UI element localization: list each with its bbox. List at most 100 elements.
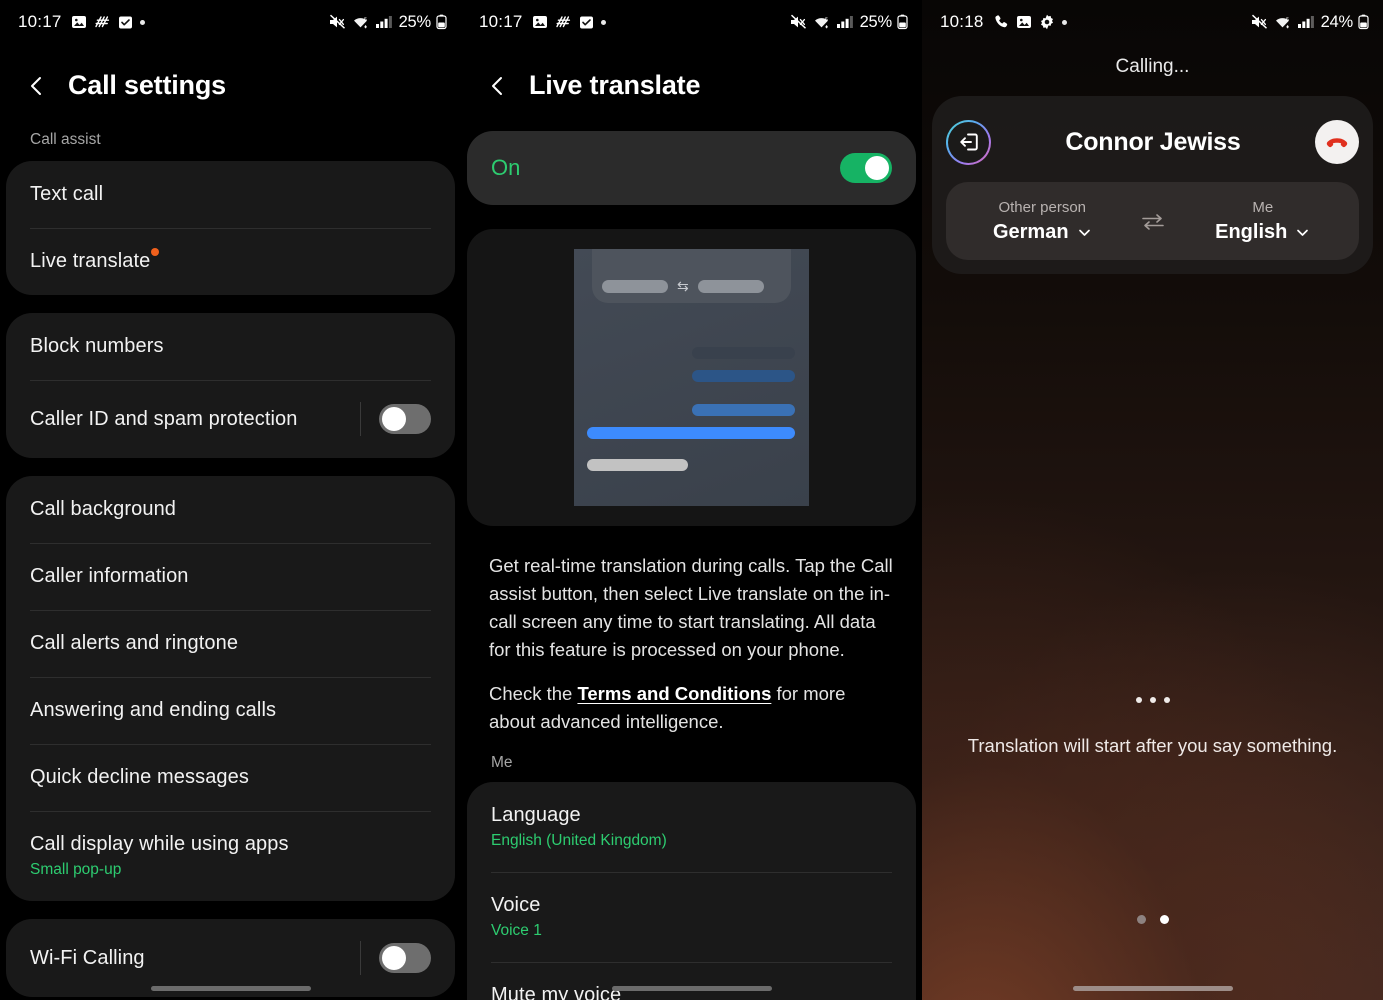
row-label: Text call [30,183,104,205]
gesture-bar[interactable] [1072,986,1233,991]
live-translate-master-row[interactable]: On [467,131,916,205]
call-status-text: Calling... [1115,56,1190,77]
swap-icon: ⇆ [677,278,689,294]
row-label: Quick decline messages [30,766,249,788]
page-header: Call settings [0,44,461,131]
status-right-icons: 6 25% [329,13,447,32]
battery-icon [436,14,447,30]
back-button[interactable] [485,73,511,99]
back-button[interactable] [24,73,50,99]
divider [360,941,361,975]
caller-id-toggle[interactable] [379,404,431,434]
row-sublabel: English (United Kingdom) [491,832,667,849]
setting-row-text-call[interactable]: Text call [6,161,455,228]
scribble-icon [555,14,572,30]
signal-icon [375,14,392,30]
end-call-icon [1326,138,1348,148]
setting-row-language[interactable]: Language English (United Kingdom) [467,782,916,872]
caller-name: Connor Jewiss [1065,127,1241,156]
setting-row-call-alerts-ringtone[interactable]: Call alerts and ringtone [6,610,455,677]
live-translate-toggle[interactable] [840,153,892,183]
page-dot-2[interactable] [1159,915,1169,924]
status-bar: 10:17 6 25% [461,0,922,44]
gesture-bar[interactable] [150,986,311,991]
chevron-down-icon [1297,229,1309,236]
dot-icon [139,19,145,25]
setting-row-block-numbers[interactable]: Block numbers [6,313,455,380]
language-me-caption: Me [1252,198,1274,216]
page-dot-1[interactable] [1136,915,1146,924]
status-bar: 10:17 6 25% [0,0,461,44]
section-label-me: Me [491,754,513,771]
mock-lang-left [602,280,668,293]
row-sublabel: Small pop-up [30,861,122,878]
end-call-button[interactable] [1315,120,1359,164]
master-toggle-label: On [491,155,521,180]
status-time: 10:18 [940,12,984,31]
page-header: Live translate [461,44,922,131]
setting-row-call-display-using-apps[interactable]: Call display while using apps Small pop-… [6,811,455,901]
live-translate-description: Get real-time translation during calls. … [461,546,922,736]
phone-mockup-graphic: ⇆ [574,249,809,506]
dot-icon [600,19,606,25]
wifi-icon: 6 [352,14,370,30]
status-time: 10:17 [18,12,62,31]
row-label: Block numbers [30,335,164,357]
call-assist-button[interactable] [946,120,991,165]
settings-group-blocking: Block numbers Caller ID and spam protect… [6,313,455,458]
row-label: Call display while using apps [30,833,289,855]
row-sublabel: Voice 1 [491,922,542,939]
terms-and-conditions-link[interactable]: Terms and Conditions [577,683,771,704]
setting-row-live-translate[interactable]: Live translate [6,228,455,295]
gear-icon [1039,14,1055,30]
in-call-card: Connor Jewiss Other person German Me Eng… [932,96,1373,274]
gesture-bar[interactable] [611,986,772,991]
page-title: Live translate [529,70,701,100]
wifi-calling-toggle[interactable] [379,943,431,973]
wifi-icon: 6 [813,14,831,30]
mute-icon [790,14,808,30]
page-indicator[interactable] [922,915,1383,924]
section-label-call-assist: Call assist [30,131,101,148]
wifi-icon: 6 [1274,14,1292,30]
status-left-icons [71,14,145,30]
dot-icon [1061,19,1067,25]
status-left-icons [993,14,1067,30]
setting-row-answering-ending-calls[interactable]: Answering and ending calls [6,677,455,744]
mock-language-bar: ⇆ [592,249,791,303]
setting-row-voice[interactable]: Voice Voice 1 [467,872,916,962]
mock-bubble-3 [692,404,795,416]
setting-row-call-background[interactable]: Call background [6,476,455,543]
setting-row-caller-information[interactable]: Caller information [6,543,455,610]
description-paragraph-2: Check the Terms and Conditions for more … [489,680,894,736]
battery-percent: 24% [1320,12,1354,31]
svg-text:6: 6 [364,17,367,23]
description-prefix: Check the [489,683,578,704]
status-bar: 10:18 6 24% [922,0,1383,44]
translation-hint-text: Translation will start after you say som… [967,735,1338,756]
page-title: Call settings [68,70,226,100]
signal-icon [836,14,853,30]
row-label: Live translate [30,250,151,272]
swap-languages-button[interactable] [1133,211,1173,231]
row-label: Wi-Fi Calling [30,946,145,969]
row-label: Call background [30,498,177,520]
image-icon [71,14,87,30]
row-label: Answering and ending calls [30,699,277,721]
svg-text:6: 6 [825,17,828,23]
language-other-dropdown[interactable]: German [993,221,1092,244]
screenshot-root: 10:17 6 25% Call settings Call assist Te… [0,0,1383,1000]
setting-row-mute-my-voice[interactable]: Mute my voice [467,962,916,1000]
image-icon [532,14,548,30]
signal-icon [1297,14,1314,30]
battery-percent: 25% [859,12,893,31]
battery-percent: 25% [398,12,432,31]
row-label: Call alerts and ringtone [30,632,239,654]
language-other-value: German [992,220,1069,243]
setting-row-caller-id-spam[interactable]: Caller ID and spam protection [6,380,455,458]
language-me-dropdown[interactable]: English [1215,221,1310,244]
exit-arrow-icon [959,133,978,151]
svg-text:6: 6 [1286,17,1289,23]
setting-row-quick-decline-messages[interactable]: Quick decline messages [6,744,455,811]
checkbox-icon [579,15,594,30]
